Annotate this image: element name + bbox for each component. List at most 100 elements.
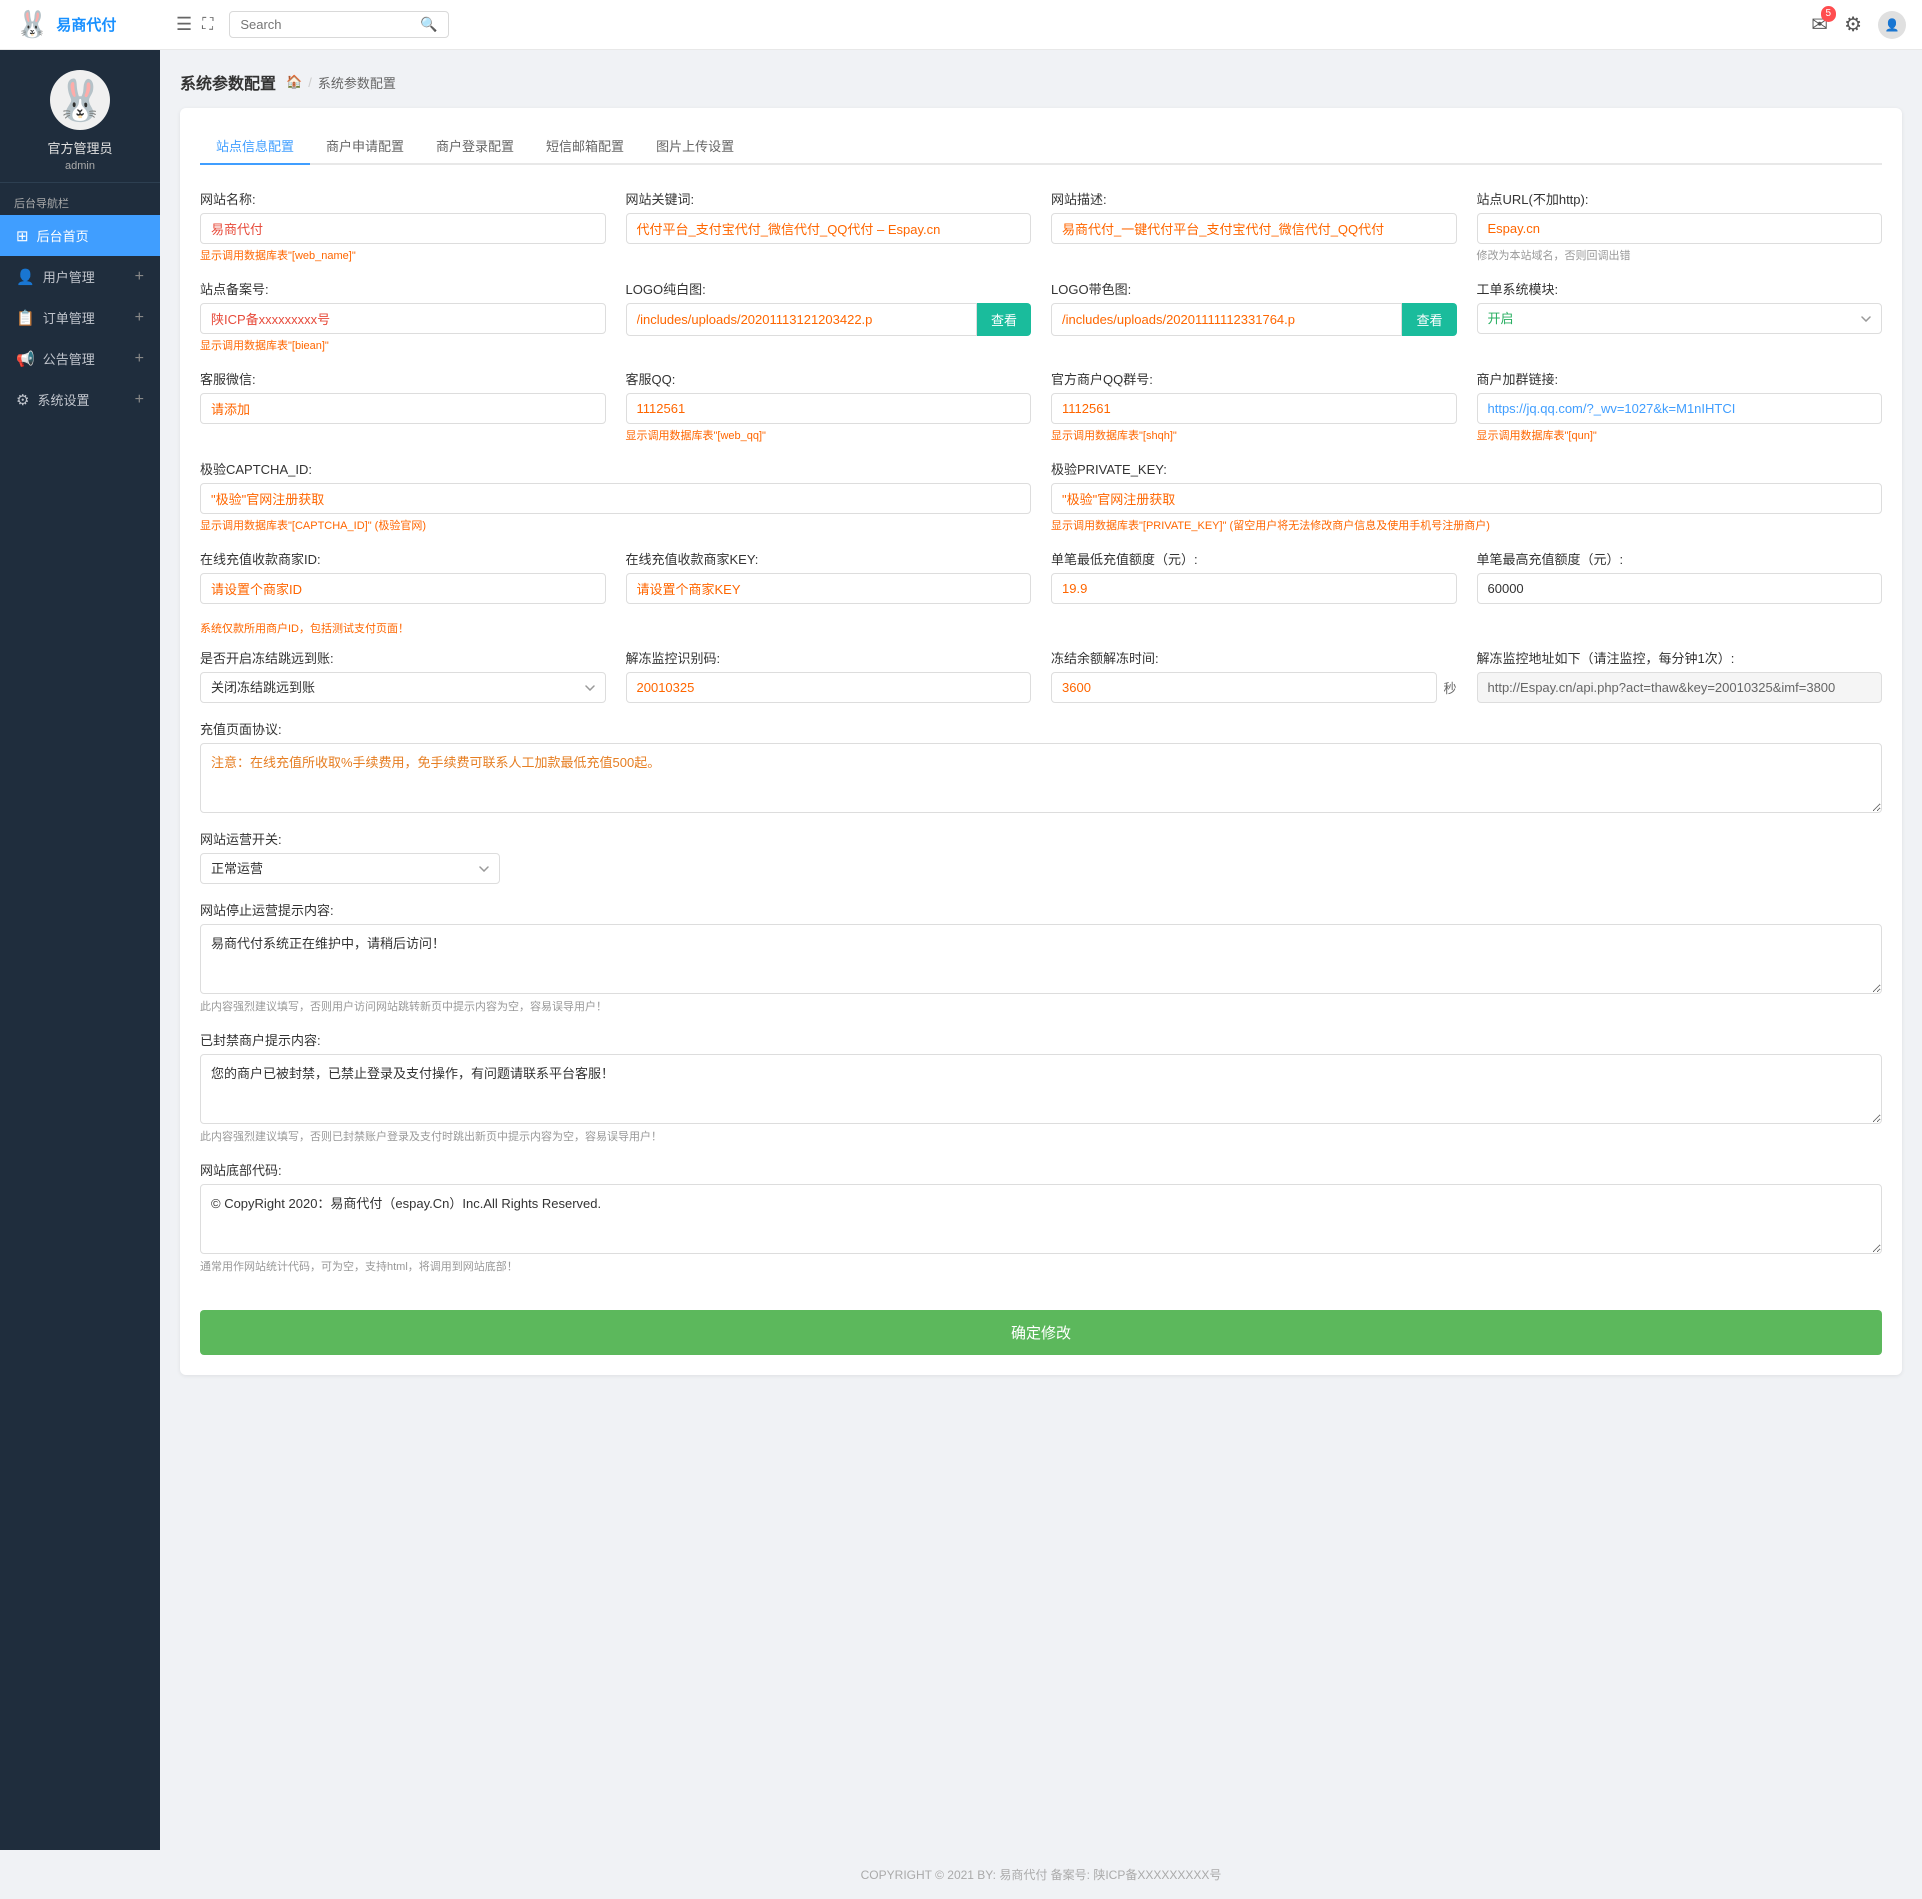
captcha-key-label: 极验PRIVATE_KEY: xyxy=(1051,459,1882,478)
main-content: 系统参数配置 🏠 / 系统参数配置 站点信息配置 商户申请配置 商户登录配置 短… xyxy=(160,50,1922,1850)
merchant-id-input[interactable] xyxy=(200,573,606,604)
merchant-key-input[interactable] xyxy=(626,573,1032,604)
work-module-select[interactable]: 开启 关闭 xyxy=(1477,303,1883,334)
settings-button[interactable]: ⚙ xyxy=(1844,12,1862,37)
notification-button[interactable]: ✉ 5 xyxy=(1811,12,1828,37)
form-group-site-desc: 网站描述: xyxy=(1051,189,1457,263)
recharge-agreement-textarea[interactable]: 注意：在线充值所收取%手续费用，免手续费可联系人工加款最低充值500起。 xyxy=(200,743,1882,813)
merchant-key-label: 在线充值收款商家KEY: xyxy=(626,549,1032,568)
settings-icon: ⚙ xyxy=(1844,14,1862,36)
captcha-key-input[interactable] xyxy=(1051,483,1882,514)
footer-copyright: COPYRIGHT © 2021 BY: 易商代付 备案号: 陕ICP备XXXX… xyxy=(861,1868,1222,1882)
work-module-label: 工单系统模块: xyxy=(1477,279,1883,298)
form-group-freeze-redirect: 是否开启冻结跳远到账: 关闭冻结跳远到账 开启冻结跳远到账 xyxy=(200,648,606,703)
sidebar: 🐰 官方管理员 admin 后台导航栏 ⊞ 后台首页 👤 用户管理 + 📋 订单… xyxy=(0,50,160,1850)
min-recharge-input[interactable] xyxy=(1051,573,1457,604)
sidebar-item-settings[interactable]: ⚙ 系统设置 + xyxy=(0,379,160,420)
max-recharge-input[interactable] xyxy=(1477,573,1883,604)
tab-merchant-apply[interactable]: 商户申请配置 xyxy=(310,128,420,165)
keyword-input[interactable] xyxy=(626,213,1032,244)
freeze-redirect-select[interactable]: 关闭冻结跳远到账 开启冻结跳远到账 xyxy=(200,672,606,703)
wechat-input[interactable] xyxy=(200,393,606,424)
min-recharge-label: 单笔最低充值额度（元）: xyxy=(1051,549,1457,568)
breadcrumb-separator: / xyxy=(308,75,312,90)
avatar[interactable]: 👤 xyxy=(1878,11,1906,39)
freeze-redirect-label: 是否开启冻结跳远到账: xyxy=(200,648,606,667)
banned-notice-textarea[interactable]: 您的商户已被封禁，已禁止登录及支付操作，有问题请联系平台客服！ xyxy=(200,1054,1882,1124)
site-desc-input[interactable] xyxy=(1051,213,1457,244)
tab-site-info[interactable]: 站点信息配置 xyxy=(200,128,310,165)
site-running-label: 网站运营开关: xyxy=(200,829,1882,848)
form-row-1: 网站名称: 显示调用数据库表"[web_name]" 网站关键词: 网站描述: … xyxy=(200,189,1882,263)
announcements-expand-icon[interactable]: + xyxy=(135,350,144,368)
join-group-input[interactable] xyxy=(1477,393,1883,424)
merchant-hint: 系统仅款所用商户ID，包括测试支付页面！ xyxy=(200,620,1882,636)
site-stop-notice-label: 网站停止运营提示内容: xyxy=(200,900,1882,919)
qq-label: 客服QQ: xyxy=(626,369,1032,388)
sidebar-item-users[interactable]: 👤 用户管理 + xyxy=(0,256,160,297)
captcha-id-hint: 显示调用数据库表"[CAPTCHA_ID]" (极验官网) xyxy=(200,517,1031,533)
icp-label: 站点备案号: xyxy=(200,279,606,298)
thaw-url-label: 解冻监控地址如下（请注监控，每分钟1次）: xyxy=(1477,648,1883,667)
sidebar-item-label-dashboard: 后台首页 xyxy=(37,226,144,245)
sidebar-role: admin xyxy=(10,160,150,172)
form-group-recharge-agreement: 充值页面协议: 注意：在线充值所收取%手续费用，免手续费可联系人工加款最低充值5… xyxy=(200,719,1882,813)
form-row-5: 在线充值收款商家ID: 在线充值收款商家KEY: 单笔最低充值额度（元）: 单笔… xyxy=(200,549,1882,604)
site-url-input[interactable] xyxy=(1477,213,1883,244)
thaw-captcha-input[interactable] xyxy=(626,672,1032,703)
thaw-time-row: 秒 xyxy=(1051,672,1457,703)
qq-input[interactable] xyxy=(626,393,1032,424)
icp-hint: 显示调用数据库表"[biean]" xyxy=(200,337,606,353)
sidebar-item-announcements[interactable]: 📢 公告管理 + xyxy=(0,338,160,379)
form-group-merchant-id: 在线充值收款商家ID: xyxy=(200,549,606,604)
topbar-right: ✉ 5 ⚙ 👤 xyxy=(1811,11,1906,39)
sidebar-nav-title: 后台导航栏 xyxy=(0,183,160,215)
system-settings-icon: ⚙ xyxy=(16,391,29,409)
logo-white-input[interactable] xyxy=(626,303,977,336)
site-name-label: 网站名称: xyxy=(200,189,606,208)
site-running-select[interactable]: 正常运营 停止运营 xyxy=(200,853,500,884)
copyright-label: 网站底部代码: xyxy=(200,1160,1882,1179)
form-group-keyword: 网站关键词: xyxy=(626,189,1032,263)
search-input[interactable] xyxy=(240,17,420,32)
users-expand-icon[interactable]: + xyxy=(135,268,144,286)
breadcrumb-home[interactable]: 🏠 xyxy=(286,74,302,90)
form-group-min-recharge: 单笔最低充值额度（元）: xyxy=(1051,549,1457,604)
expand-icon[interactable]: ⛶ xyxy=(202,16,213,34)
search-box[interactable]: 🔍 xyxy=(229,11,449,38)
site-stop-notice-textarea[interactable]: 易商代付系统正在维护中，请稍后访问！ xyxy=(200,924,1882,994)
copyright-textarea[interactable]: © CopyRight 2020：易商代付（espay.Cn）Inc.All R… xyxy=(200,1184,1882,1254)
tab-email[interactable]: 短信邮箱配置 xyxy=(530,128,640,165)
form-group-icp: 站点备案号: 显示调用数据库表"[biean]" xyxy=(200,279,606,353)
sidebar-item-dashboard[interactable]: ⊞ 后台首页 xyxy=(0,215,160,256)
icp-input[interactable] xyxy=(200,303,606,334)
sidebar-item-orders[interactable]: 📋 订单管理 + xyxy=(0,297,160,338)
qq-hint: 显示调用数据库表"[web_qq]" xyxy=(626,427,1032,443)
form-group-banned-notice: 已封禁商户提示内容: 您的商户已被封禁，已禁止登录及支付操作，有问题请联系平台客… xyxy=(200,1030,1882,1124)
settings-expand-icon[interactable]: + xyxy=(135,391,144,409)
thaw-url-input[interactable] xyxy=(1477,672,1883,703)
logo-text: 易商代付 xyxy=(56,14,116,35)
tabs: 站点信息配置 商户申请配置 商户登录配置 短信邮箱配置 图片上传设置 xyxy=(200,128,1882,165)
tab-merchant-login[interactable]: 商户登录配置 xyxy=(420,128,530,165)
logo-color-query-button[interactable]: 查看 xyxy=(1402,303,1456,336)
submit-button[interactable]: 确定修改 xyxy=(200,1310,1882,1355)
captcha-id-label: 极验CAPTCHA_ID: xyxy=(200,459,1031,478)
sidebar-username: 官方管理员 xyxy=(10,138,150,157)
orders-expand-icon[interactable]: + xyxy=(135,309,144,327)
thaw-time-input[interactable] xyxy=(1051,672,1437,703)
form-group-max-recharge: 单笔最高充值额度（元）: xyxy=(1477,549,1883,604)
tab-image-upload[interactable]: 图片上传设置 xyxy=(640,128,750,165)
menu-toggle-icon[interactable]: ☰ xyxy=(176,14,192,35)
form-group-copyright: 网站底部代码: © CopyRight 2020：易商代付（espay.Cn）I… xyxy=(200,1160,1882,1254)
notification-badge: 5 xyxy=(1821,6,1837,22)
logo: 🐰 易商代付 xyxy=(16,9,176,40)
logo-white-query-button[interactable]: 查看 xyxy=(977,303,1031,336)
logo-color-input[interactable] xyxy=(1051,303,1402,336)
official-qq-input[interactable] xyxy=(1051,393,1457,424)
sidebar-item-label-announcements: 公告管理 xyxy=(43,349,135,368)
captcha-id-input[interactable] xyxy=(200,483,1031,514)
form-group-official-qq: 官方商户QQ群号: 显示调用数据库表"[shqh]" xyxy=(1051,369,1457,443)
site-name-input[interactable] xyxy=(200,213,606,244)
orders-icon: 📋 xyxy=(16,309,35,327)
